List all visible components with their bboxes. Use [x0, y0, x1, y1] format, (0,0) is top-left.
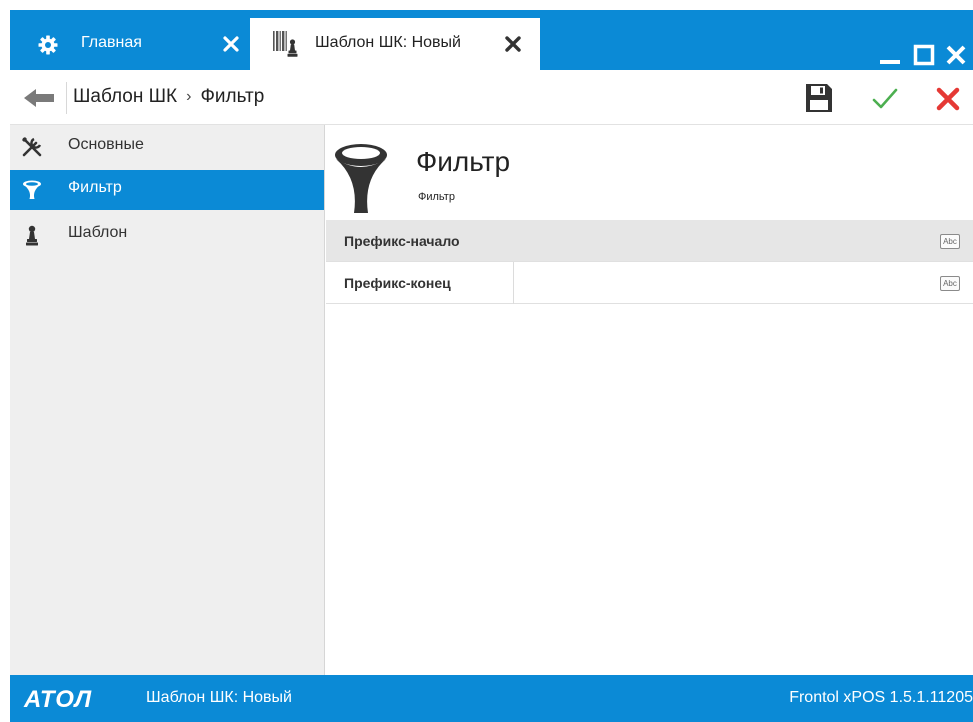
sidebar-item-label: Фильтр: [68, 179, 122, 196]
text-type-icon: Abc: [940, 234, 960, 249]
atol-logo: АТОЛ: [24, 686, 93, 713]
text-type-icon: Abc: [940, 276, 960, 291]
status-version: Frontol xPOS 1.5.1.11205: [789, 689, 973, 706]
tab-barcode-template-label: Шаблон ШК: Новый: [315, 34, 461, 51]
toolbar: Шаблон ШК › Фильтр: [10, 70, 973, 125]
maximize-icon[interactable]: [911, 42, 937, 68]
minimize-icon[interactable]: [877, 42, 903, 68]
page-subtitle: Фильтр: [418, 191, 455, 203]
close-tab-icon[interactable]: [504, 35, 522, 53]
sidebar-item-label: Шаблон: [68, 224, 128, 241]
barcode-template-icon: [273, 31, 298, 57]
save-icon[interactable]: [805, 83, 833, 113]
breadcrumb-root[interactable]: Шаблон ШК: [73, 86, 177, 108]
status-bar: АТОЛ Шаблон ШК: Новый Frontol xPOS 1.5.1…: [10, 675, 973, 722]
tab-home-label: Главная: [81, 34, 142, 51]
chevron-right-icon: ›: [186, 88, 192, 105]
back-arrow-icon[interactable]: [22, 86, 56, 110]
toolbar-divider: [66, 82, 67, 114]
app-window: Главная Шаблон ШК: Новый Шаблон ШК › Фил…: [10, 0, 973, 722]
status-document: Шаблон ШК: Новый: [146, 689, 292, 706]
property-row-prefix-end[interactable]: Префикс-конец Abc: [326, 262, 973, 304]
sidebar-item-filter[interactable]: Фильтр: [10, 170, 324, 210]
cancel-icon[interactable]: [935, 86, 961, 112]
tools-icon: [21, 136, 42, 157]
property-row-prefix-start[interactable]: Префикс-начало Abc: [326, 220, 973, 262]
breadcrumb: Шаблон ШК › Фильтр: [73, 86, 264, 108]
close-tab-icon[interactable]: [222, 35, 240, 53]
title-bar: Главная Шаблон ШК: Новый: [10, 10, 973, 70]
sidebar-item-template[interactable]: Шаблон: [10, 215, 324, 255]
gear-icon: [38, 35, 58, 55]
tab-barcode-template[interactable]: Шаблон ШК: Новый: [250, 18, 540, 70]
column-divider: [513, 262, 514, 304]
main-content: Фильтр Фильтр Префикс-начало Abc Префикс…: [326, 125, 973, 675]
sidebar-item-general[interactable]: Основные: [10, 127, 324, 167]
checkmark-icon[interactable]: [871, 86, 899, 112]
sidebar: Основные Фильтр Шаблон: [10, 125, 325, 675]
tab-home[interactable]: Главная: [25, 18, 250, 70]
sidebar-item-label: Основные: [68, 136, 144, 153]
pawn-icon: [26, 225, 38, 246]
breadcrumb-current: Фильтр: [200, 86, 265, 107]
filter-icon: [335, 144, 387, 213]
property-label: Префикс-начало: [344, 233, 460, 249]
filter-icon: [23, 180, 41, 199]
property-label: Префикс-конец: [344, 275, 451, 291]
close-icon[interactable]: [943, 42, 969, 68]
page-title: Фильтр: [416, 146, 511, 177]
